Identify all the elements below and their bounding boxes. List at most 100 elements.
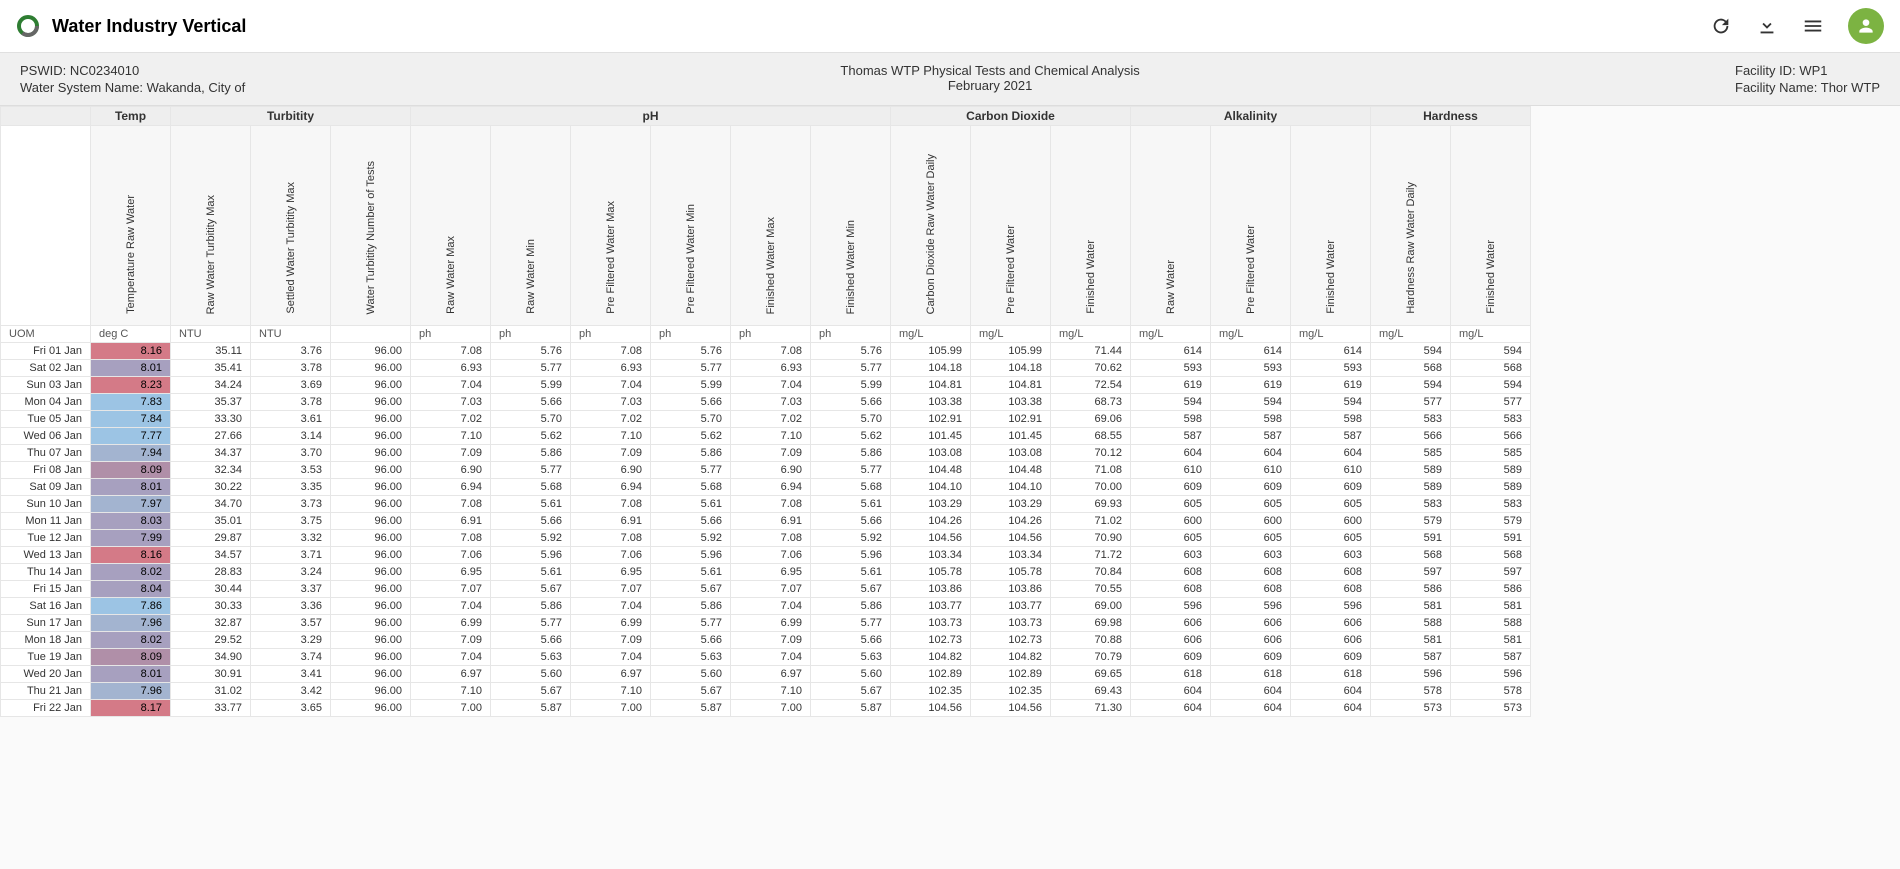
data-cell: 7.08 — [571, 343, 651, 360]
data-cell: 6.91 — [571, 513, 651, 530]
data-cell: 5.86 — [651, 445, 731, 462]
data-cell: 70.90 — [1051, 530, 1131, 547]
table-row: Mon 04 Jan7.8335.373.7896.007.035.667.03… — [1, 394, 1531, 411]
data-cell: 609 — [1291, 479, 1371, 496]
data-cell: 5.86 — [491, 598, 571, 615]
data-cell: 597 — [1371, 564, 1451, 581]
data-cell: 596 — [1211, 598, 1291, 615]
data-cell: 578 — [1371, 683, 1451, 700]
data-cell: 6.99 — [411, 615, 491, 632]
data-cell: 103.38 — [891, 394, 971, 411]
data-cell: 568 — [1371, 360, 1451, 377]
data-cell: 5.77 — [651, 462, 731, 479]
data-cell: 3.78 — [251, 394, 331, 411]
menu-icon[interactable] — [1802, 15, 1824, 37]
data-cell: 600 — [1291, 513, 1371, 530]
sub-header: Raw Water — [1131, 126, 1211, 326]
data-cell: 568 — [1451, 547, 1531, 564]
data-cell: 96.00 — [331, 360, 411, 377]
data-cell: 7.06 — [411, 547, 491, 564]
data-cell: 578 — [1451, 683, 1531, 700]
data-cell: 104.56 — [891, 530, 971, 547]
data-cell: 102.35 — [891, 683, 971, 700]
download-icon[interactable] — [1756, 15, 1778, 37]
data-cell: 3.42 — [251, 683, 331, 700]
data-cell: 105.99 — [891, 343, 971, 360]
data-cell: 104.26 — [971, 513, 1051, 530]
uom-cell: mg/L — [1371, 326, 1451, 343]
data-cell: 5.66 — [811, 394, 891, 411]
date-cell: Fri 22 Jan — [1, 700, 91, 717]
data-cell: 96.00 — [331, 615, 411, 632]
uom-cell: ph — [731, 326, 811, 343]
data-cell: 614 — [1131, 343, 1211, 360]
info-center: Thomas WTP Physical Tests and Chemical A… — [245, 63, 1735, 95]
data-cell: 8.01 — [91, 360, 171, 377]
data-cell: 103.86 — [971, 581, 1051, 598]
data-cell: 71.30 — [1051, 700, 1131, 717]
sub-header: Settled Water Turbitity Max — [251, 126, 331, 326]
data-cell: 5.77 — [491, 615, 571, 632]
report-subtitle: February 2021 — [245, 78, 1735, 93]
data-cell: 594 — [1211, 394, 1291, 411]
data-cell: 68.55 — [1051, 428, 1131, 445]
data-cell: 7.77 — [91, 428, 171, 445]
data-cell: 618 — [1211, 666, 1291, 683]
table-row: Sat 16 Jan7.8630.333.3696.007.045.867.04… — [1, 598, 1531, 615]
data-cell: 5.87 — [491, 700, 571, 717]
table-row: Thu 14 Jan8.0228.833.2496.006.955.616.95… — [1, 564, 1531, 581]
data-cell: 3.70 — [251, 445, 331, 462]
data-cell: 585 — [1451, 445, 1531, 462]
data-cell: 5.61 — [811, 564, 891, 581]
data-cell: 587 — [1371, 649, 1451, 666]
data-cell: 6.95 — [411, 564, 491, 581]
data-cell: 104.82 — [891, 649, 971, 666]
date-cell: Thu 21 Jan — [1, 683, 91, 700]
data-cell: 573 — [1451, 700, 1531, 717]
data-cell: 606 — [1291, 632, 1371, 649]
data-cell: 3.73 — [251, 496, 331, 513]
data-cell: 7.02 — [731, 411, 811, 428]
table-row: Thu 07 Jan7.9434.373.7096.007.095.867.09… — [1, 445, 1531, 462]
uom-cell: mg/L — [1451, 326, 1531, 343]
refresh-icon[interactable] — [1710, 15, 1732, 37]
data-cell: 6.99 — [731, 615, 811, 632]
data-cell: 5.67 — [811, 581, 891, 598]
data-cell: 3.29 — [251, 632, 331, 649]
data-cell: 594 — [1131, 394, 1211, 411]
data-cell: 589 — [1451, 462, 1531, 479]
uom-cell: mg/L — [1131, 326, 1211, 343]
data-cell: 5.87 — [651, 700, 731, 717]
sub-header: Raw Water Turbitity Max — [171, 126, 251, 326]
table-row: Sun 03 Jan8.2334.243.6996.007.045.997.04… — [1, 377, 1531, 394]
data-cell: 609 — [1211, 479, 1291, 496]
data-cell: 573 — [1371, 700, 1451, 717]
table-row: Thu 21 Jan7.9631.023.4296.007.105.677.10… — [1, 683, 1531, 700]
data-cell: 96.00 — [331, 564, 411, 581]
data-cell: 102.35 — [971, 683, 1051, 700]
avatar[interactable] — [1848, 8, 1884, 44]
data-cell: 96.00 — [331, 343, 411, 360]
data-cell: 581 — [1371, 598, 1451, 615]
data-cell: 103.73 — [891, 615, 971, 632]
data-cell: 104.56 — [971, 700, 1051, 717]
uom-cell: mg/L — [1051, 326, 1131, 343]
data-cell: 7.09 — [571, 632, 651, 649]
data-cell: 581 — [1451, 598, 1531, 615]
data-cell: 102.91 — [891, 411, 971, 428]
data-cell: 608 — [1211, 581, 1291, 598]
data-cell: 7.86 — [91, 598, 171, 615]
data-cell: 608 — [1211, 564, 1291, 581]
data-cell: 5.77 — [491, 462, 571, 479]
data-cell: 96.00 — [331, 581, 411, 598]
data-cell: 587 — [1291, 428, 1371, 445]
table-scroll[interactable]: TempTurbititypHCarbon DioxideAlkalinityH… — [0, 105, 1900, 854]
data-cell: 96.00 — [331, 683, 411, 700]
data-cell: 5.67 — [491, 581, 571, 598]
info-band: PSWID: NC0234010 Water System Name: Waka… — [0, 53, 1900, 105]
data-cell: 7.09 — [731, 632, 811, 649]
data-cell: 7.04 — [411, 377, 491, 394]
data-cell: 610 — [1131, 462, 1211, 479]
data-cell: 566 — [1371, 428, 1451, 445]
sub-header: Finished Water Min — [811, 126, 891, 326]
